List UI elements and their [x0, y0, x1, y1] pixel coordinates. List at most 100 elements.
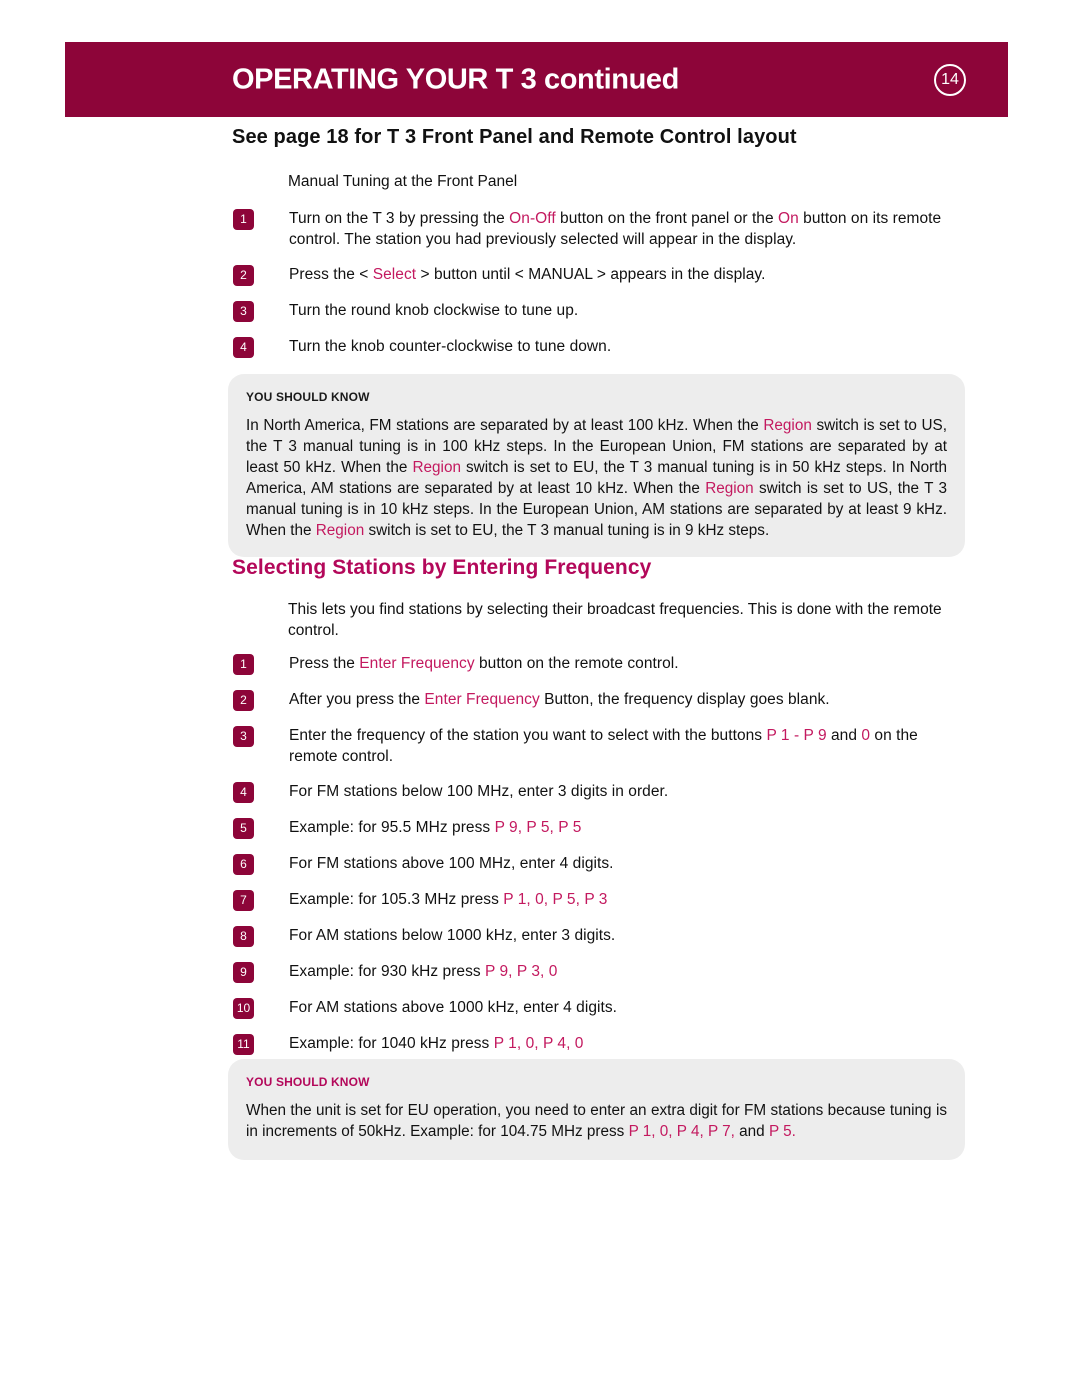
page-number-badge: 14: [934, 63, 966, 96]
body-text-run: Press the: [289, 655, 360, 672]
highlighted-term: Region: [705, 480, 754, 497]
highlighted-term: On: [778, 210, 799, 227]
step-number-badge: 2: [233, 690, 254, 711]
body-text-run: > button until < MANUAL > appears in the…: [416, 266, 766, 283]
step-number-badge: 5: [233, 818, 254, 839]
step-number-badge: 1: [233, 654, 254, 675]
highlighted-term: Select: [372, 266, 417, 283]
step-text: For AM stations below 1000 kHz, enter 3 …: [289, 925, 615, 946]
step-number-badge: 2: [233, 265, 254, 286]
step-text: For AM stations above 1000 kHz, enter 4 …: [289, 997, 617, 1018]
body-text-run: Example: for 1040 kHz press: [289, 1035, 494, 1052]
you-should-know-heading-1: YOU SHOULD KNOW: [246, 390, 370, 404]
body-text-run: Example: for 930 kHz press: [289, 963, 486, 980]
step-text: Example: for 95.5 MHz press P 9, P 5, P …: [289, 817, 581, 838]
body-text-run: Turn the knob counter-clockwise to tune …: [289, 338, 612, 355]
numbered-step: 10 For AM stations above 1000 kHz, enter …: [233, 997, 968, 1019]
step-text: Enter the frequency of the station you w…: [289, 725, 968, 767]
body-text-run: Turn on the T 3 by pressing the: [289, 210, 510, 227]
entering-frequency-intro: This lets you find stations by selecting…: [288, 601, 942, 639]
numbered-step: 4 Turn the knob counter-clockwise to tune…: [233, 336, 968, 358]
highlighted-term: On-Off: [509, 210, 556, 227]
you-should-know-body-2: When the unit is set for EU operation, y…: [246, 1100, 947, 1142]
manual-tuning-steps: 1 Turn on the T 3 by pressing the On-Off …: [233, 208, 968, 358]
numbered-step: 1 Press the Enter Frequency button on the…: [233, 653, 968, 675]
step-text: For FM stations above 100 MHz, enter 4 d…: [289, 853, 614, 874]
you-should-know-body-1: In North America, FM stations are separa…: [246, 415, 947, 541]
step-text: Example: for 1040 kHz press P 1, 0, P 4,…: [289, 1033, 583, 1054]
body-text-run: When the unit is set for EU operation, y…: [246, 1102, 947, 1140]
numbered-step: 3 Enter the frequency of the station you …: [233, 725, 968, 767]
highlighted-term: P 5.: [768, 1123, 796, 1140]
highlighted-term: Region: [412, 459, 461, 476]
highlighted-term: P 9, P 5, P 5: [494, 819, 582, 836]
step-number-badge: 4: [233, 337, 254, 358]
highlighted-term: P 1, 0, P 4, P 7,: [628, 1123, 735, 1140]
highlighted-term: Enter Frequency: [359, 655, 475, 672]
highlighted-term: Enter Frequency: [424, 691, 540, 708]
body-text-run: button on the remote control.: [474, 655, 679, 672]
highlighted-term: P 1 - P 9: [766, 727, 827, 744]
you-should-know-heading-2: YOU SHOULD KNOW: [246, 1075, 370, 1089]
body-text-run: For AM stations below 1000 kHz, enter 3 …: [289, 927, 616, 944]
step-text: After you press the Enter Frequency Butt…: [289, 689, 830, 710]
numbered-step: 1 Turn on the T 3 by pressing the On-Off …: [233, 208, 968, 250]
body-text-run: Enter the frequency of the station you w…: [289, 727, 767, 744]
numbered-step: 6 For FM stations above 100 MHz, enter 4 …: [233, 853, 968, 875]
step-text: For FM stations below 100 MHz, enter 3 d…: [289, 781, 668, 802]
body-text-run: and: [734, 1123, 769, 1140]
body-text-run: button on the front panel or the: [555, 210, 779, 227]
section-title-entering-frequency: Selecting Stations by Entering Frequency: [232, 556, 652, 579]
numbered-step: 7 Example: for 105.3 MHz press P 1, 0, P …: [233, 889, 968, 911]
highlighted-term: P 1, 0, P 4, 0: [493, 1035, 584, 1052]
numbered-step: 4 For FM stations below 100 MHz, enter 3 …: [233, 781, 968, 803]
step-text: Example: for 930 kHz press P 9, P 3, 0: [289, 961, 557, 982]
see-page-reference: See page 18 for T 3 Front Panel and Remo…: [232, 126, 797, 148]
highlighted-term: Region: [763, 417, 812, 434]
step-number-badge: 10: [233, 998, 254, 1019]
body-text-run: Button, the frequency display goes blank…: [539, 691, 830, 708]
numbered-step: 5 Example: for 95.5 MHz press P 9, P 5, P…: [233, 817, 968, 839]
step-text: Example: for 105.3 MHz press P 1, 0, P 5…: [289, 889, 607, 910]
body-text-run: Press the <: [289, 266, 373, 283]
highlighted-term: Region: [315, 522, 365, 539]
body-text-run: Turn the round knob clockwise to tune up…: [289, 302, 579, 319]
body-text-run: After you press the: [289, 691, 425, 708]
body-text-run: switch is set to EU, the T 3 manual tuni…: [364, 522, 770, 539]
step-number-badge: 9: [233, 962, 254, 983]
step-text: Turn on the T 3 by pressing the On-Off b…: [289, 208, 968, 250]
body-text-run: For FM stations above 100 MHz, enter 4 d…: [289, 855, 614, 872]
numbered-step: 9 Example: for 930 kHz press P 9, P 3, 0: [233, 961, 968, 983]
body-text-run: Example: for 105.3 MHz press: [289, 891, 504, 908]
highlighted-term: P 1, 0, P 5, P 3: [503, 891, 608, 908]
numbered-step: 11 Example: for 1040 kHz press P 1, 0, P …: [233, 1033, 968, 1055]
step-number-badge: 1: [233, 209, 254, 230]
body-text-run: In North America, FM stations are separa…: [246, 417, 764, 434]
page-header-bar: OPERATING YOUR T 3 continued 14: [65, 42, 1008, 117]
manual-tuning-heading: Manual Tuning at the Front Panel: [288, 173, 518, 190]
numbered-step: 3 Turn the round knob clockwise to tune u…: [233, 300, 968, 322]
step-number-badge: 11: [233, 1034, 254, 1055]
highlighted-term: P 9, P 3, 0: [485, 963, 558, 980]
body-text-run: For AM stations above 1000 kHz, enter 4 …: [289, 999, 618, 1016]
body-text-run: and: [826, 727, 862, 744]
step-number-badge: 7: [233, 890, 254, 911]
you-should-know-panel-2: YOU SHOULD KNOW When the unit is set for…: [228, 1059, 965, 1160]
page-title: OPERATING YOUR T 3 continued: [232, 63, 679, 95]
step-number-badge: 3: [233, 726, 254, 747]
step-text: Turn the knob counter-clockwise to tune …: [289, 336, 611, 357]
step-number-badge: 6: [233, 854, 254, 875]
numbered-step: 8 For AM stations below 1000 kHz, enter 3…: [233, 925, 968, 947]
step-text: Press the Enter Frequency button on the …: [289, 653, 679, 674]
step-text: Turn the round knob clockwise to tune up…: [289, 300, 578, 321]
step-number-badge: 3: [233, 301, 254, 322]
highlighted-term: 0: [861, 727, 871, 744]
step-text: Press the < Select > button until < MANU…: [289, 264, 765, 285]
numbered-step: 2 After you press the Enter Frequency But…: [233, 689, 968, 711]
step-number-badge: 8: [233, 926, 254, 947]
entering-frequency-steps: 1 Press the Enter Frequency button on the…: [233, 653, 968, 1055]
you-should-know-panel-1: YOU SHOULD KNOW In North America, FM sta…: [228, 374, 965, 557]
body-text-run: Example: for 95.5 MHz press: [289, 819, 495, 836]
numbered-step: 2 Press the < Select > button until < MAN…: [233, 264, 968, 286]
body-text-run: For FM stations below 100 MHz, enter 3 d…: [289, 783, 669, 800]
